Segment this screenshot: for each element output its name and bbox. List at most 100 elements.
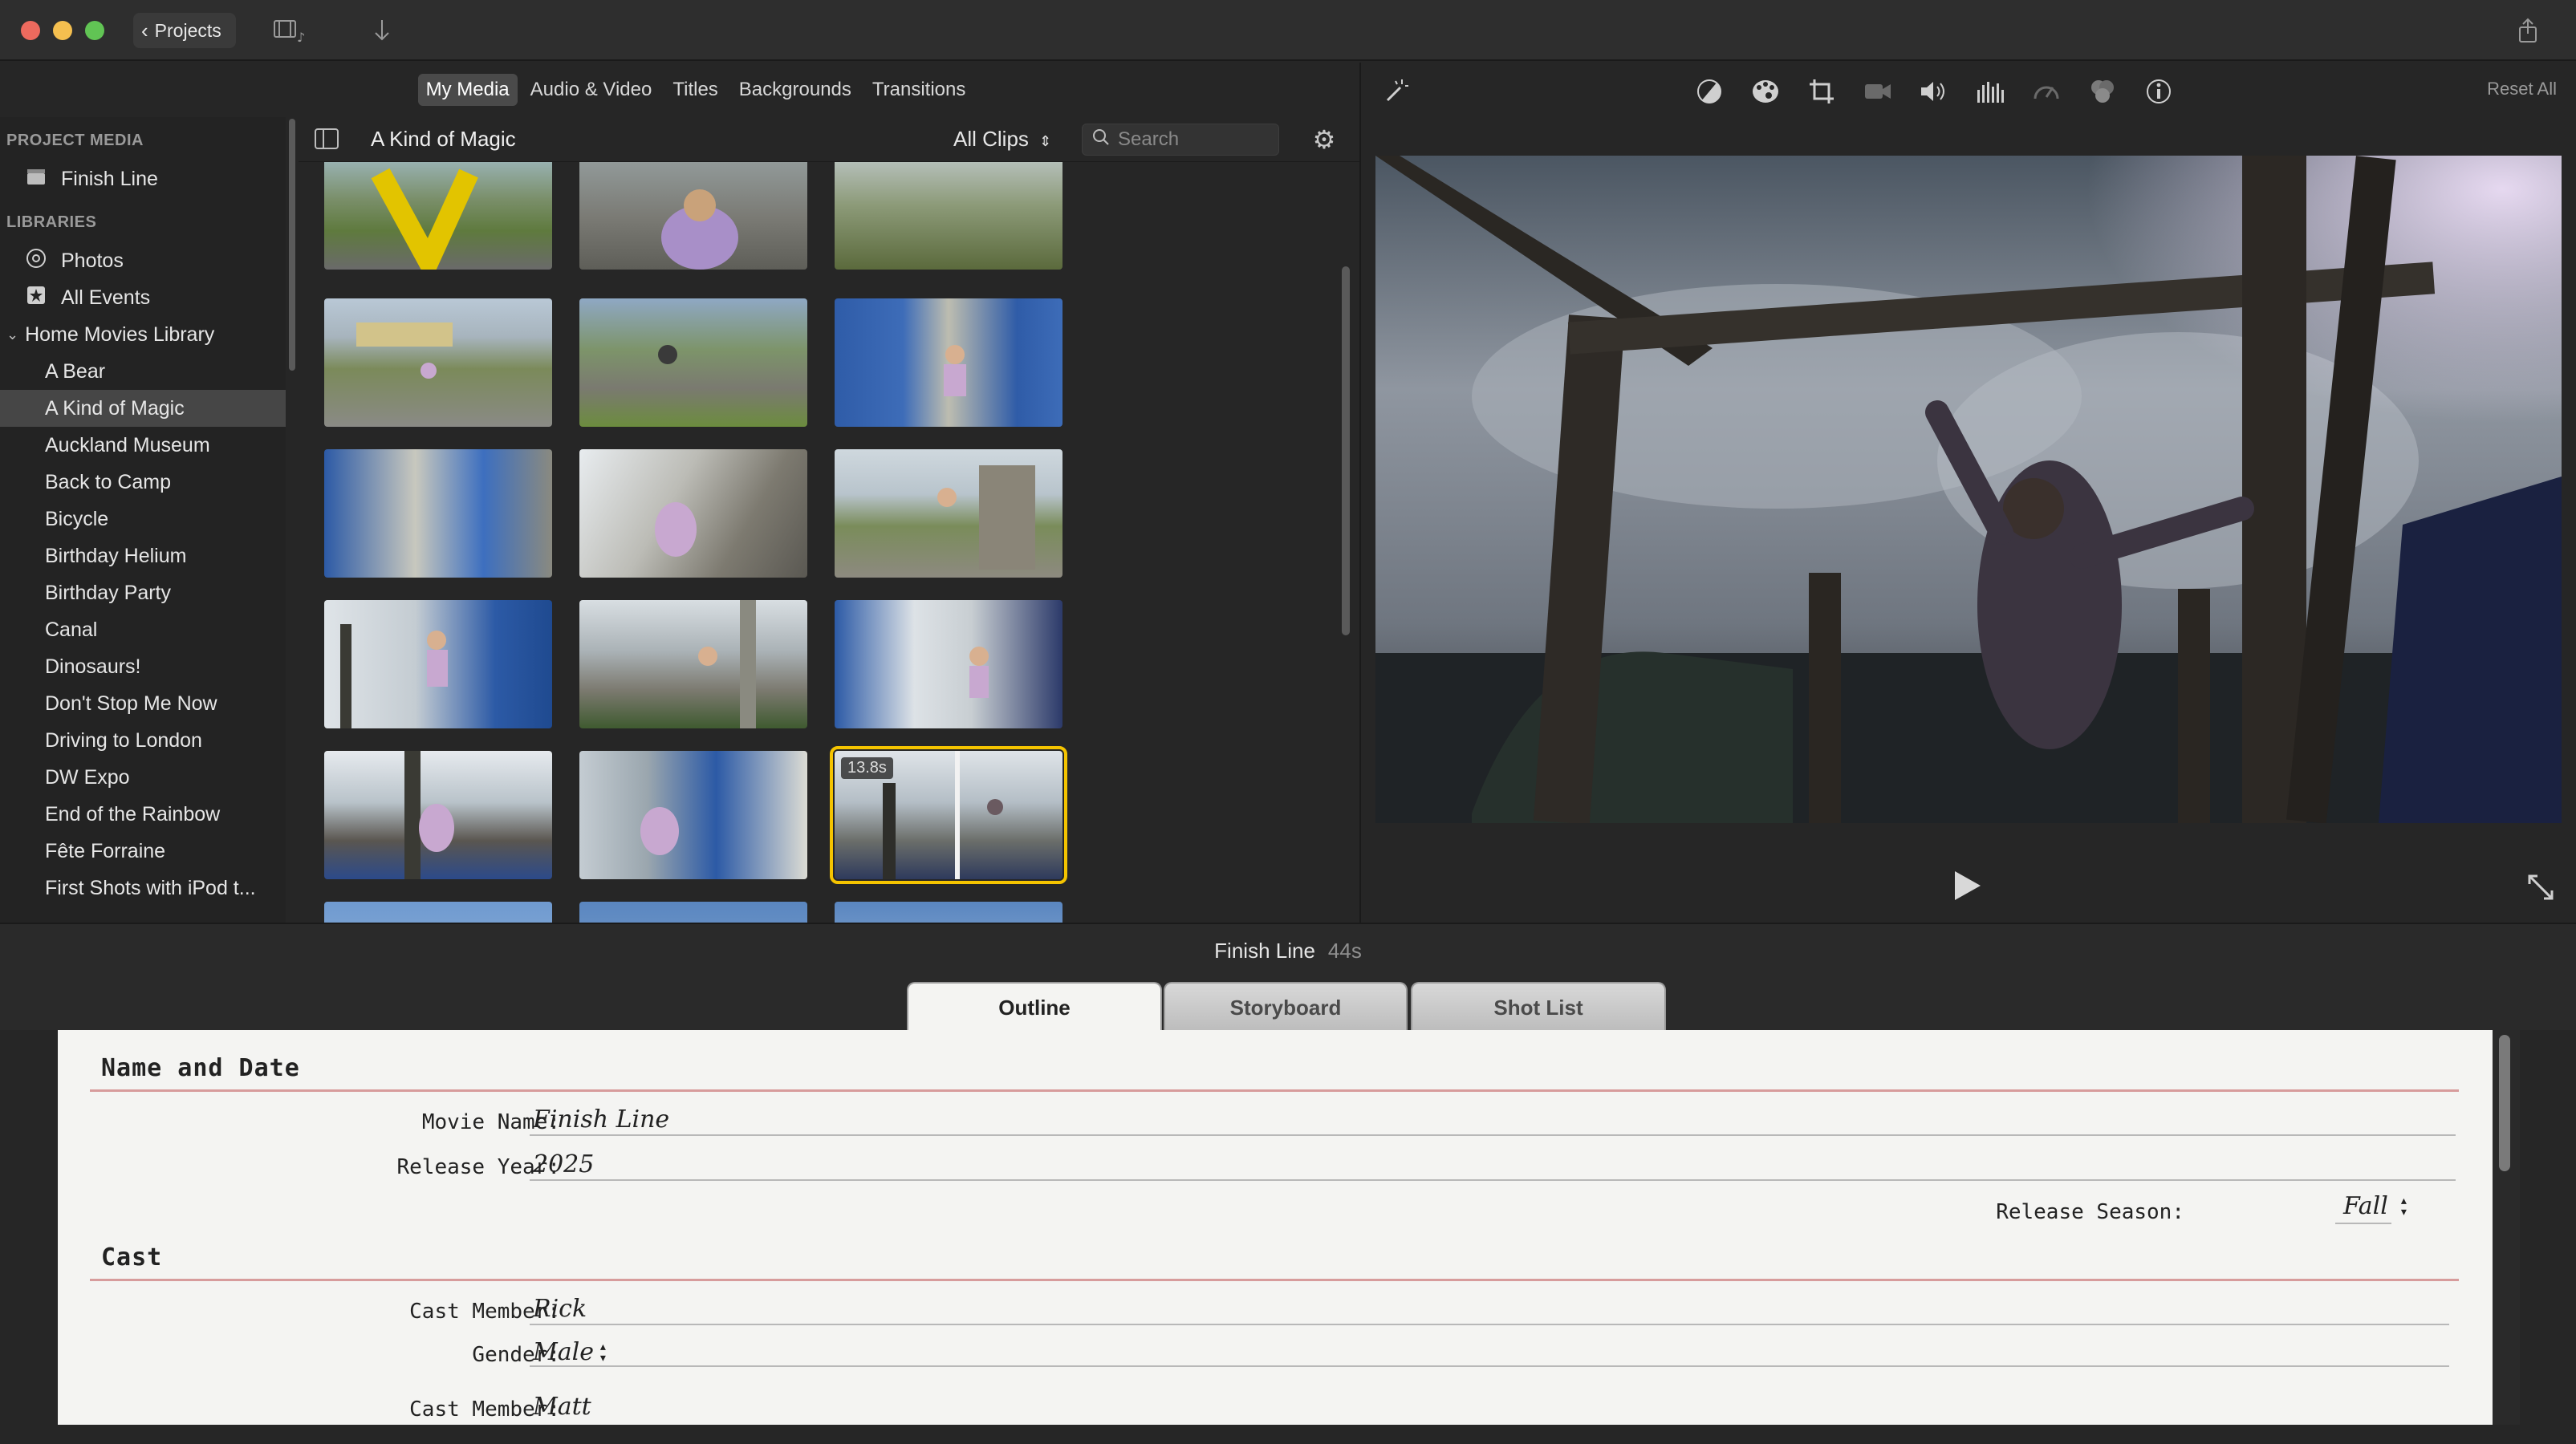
project-media-heading: PROJECT MEDIA <box>6 131 144 149</box>
projects-back-button[interactable]: ‹ Projects <box>133 13 236 48</box>
browser-scrollbar[interactable] <box>1332 162 1359 923</box>
gender-field[interactable]: Male <box>533 1338 594 1366</box>
sidebar-item-event[interactable]: Fête Forraine <box>0 833 286 870</box>
noise-reduction-equalizer-icon[interactable] <box>1974 75 2006 107</box>
release-season-label: Release Season: <box>1996 1200 2184 1224</box>
clip-thumbnail[interactable] <box>579 600 807 728</box>
clip-thumbnail[interactable] <box>324 298 552 427</box>
sidebar-item-event[interactable]: First Shots with iPod t... <box>0 870 286 907</box>
sidebar-item-event[interactable]: Canal <box>0 611 286 648</box>
minimize-window-button[interactable] <box>53 21 72 40</box>
clip-thumbnail[interactable] <box>835 162 1062 270</box>
sidebar-toggle-icon[interactable] <box>315 128 339 149</box>
tab-titles[interactable]: Titles <box>664 74 725 106</box>
clip-thumbnail[interactable] <box>579 751 807 879</box>
sidebar-item-project[interactable]: Finish Line <box>0 160 286 197</box>
sidebar-item-event[interactable]: A Bear <box>0 353 286 390</box>
search-field[interactable]: Search <box>1082 124 1279 156</box>
sidebar-item-event[interactable]: Birthday Helium <box>0 537 286 574</box>
sidebar-item-event[interactable]: Driving to London <box>0 722 286 759</box>
sidebar-item-event[interactable]: Don't Stop Me Now <box>0 685 286 722</box>
clip-thumbnail[interactable] <box>579 298 807 427</box>
volume-icon[interactable] <box>1918 75 1950 107</box>
fullscreen-expand-icon[interactable] <box>2525 871 2557 903</box>
cast-member-field[interactable]: Matt <box>533 1393 591 1421</box>
gender-stepper-icon[interactable]: ▴ ▾ <box>599 1340 607 1365</box>
cast-member-field[interactable]: Rick <box>533 1295 587 1323</box>
tab-shot-list[interactable]: Shot List <box>1411 982 1666 1032</box>
import-arrow-icon[interactable] <box>364 16 400 45</box>
photos-icon <box>26 248 47 274</box>
clip-thumbnail[interactable] <box>835 449 1062 578</box>
clip-thumbnail[interactable] <box>579 902 807 923</box>
project-name: Finish Line <box>1214 938 1315 963</box>
pane-divider[interactable] <box>1359 63 1361 923</box>
crop-icon[interactable] <box>1806 75 1838 107</box>
speed-gauge-icon[interactable] <box>2030 75 2062 107</box>
sidebar-item-event[interactable]: Dinosaurs! <box>0 648 286 685</box>
release-year-field[interactable]: 2025 <box>533 1150 594 1178</box>
scrollbar-thumb[interactable] <box>289 119 295 371</box>
clip-thumbnail[interactable] <box>579 162 807 270</box>
season-stepper-icon[interactable]: ▴ ▾ <box>2399 1194 2408 1219</box>
updown-chevron-icon: ⇕ <box>1039 133 1052 149</box>
clip-thumbnail[interactable] <box>324 162 552 270</box>
sidebar-item-event-selected[interactable]: A Kind of Magic <box>0 390 286 427</box>
sidebar-item-event[interactable]: End of the Rainbow <box>0 796 286 833</box>
clip-thumbnail[interactable] <box>324 751 552 879</box>
release-year-label: Release Year: <box>396 1155 561 1179</box>
outline-scrollbar[interactable] <box>2493 1030 2520 1425</box>
clip-thumbnail[interactable] <box>324 600 552 728</box>
clip-thumbnail[interactable] <box>835 600 1062 728</box>
movie-name-label: Movie Name: <box>421 1110 560 1134</box>
clip-thumbnail[interactable] <box>579 449 807 578</box>
sidebar-scrollbar[interactable] <box>286 117 299 923</box>
clip-filter-select[interactable]: All Clips ⇕ <box>953 127 1051 152</box>
gear-icon[interactable]: ⚙ <box>1310 125 1339 154</box>
libraries-heading: LIBRARIES <box>6 213 97 231</box>
clip-thumbnail[interactable] <box>324 449 552 578</box>
sidebar-item-all-events[interactable]: All Events <box>0 279 286 316</box>
sidebar-item-photos[interactable]: Photos <box>0 242 286 279</box>
info-icon[interactable] <box>2143 75 2175 107</box>
sidebar-item-event[interactable]: DW Expo <box>0 759 286 796</box>
tab-audio-video[interactable]: Audio & Video <box>522 74 660 106</box>
chevron-left-icon: ‹ <box>141 18 148 43</box>
release-season-field[interactable]: Fall <box>2343 1192 2388 1220</box>
media-browser-toggle-icon[interactable]: ♪ <box>273 16 308 45</box>
play-button[interactable] <box>1948 868 1984 903</box>
color-balance-icon[interactable] <box>1693 75 1725 107</box>
share-icon[interactable] <box>2510 16 2546 45</box>
clip-filter-value: All Clips <box>953 127 1029 151</box>
tab-backgrounds[interactable]: Backgrounds <box>731 74 859 106</box>
sidebar-item-label: Home Movies Library <box>25 322 215 346</box>
scrollbar-thumb[interactable] <box>2499 1035 2510 1171</box>
clip-filter-circles-icon[interactable] <box>2086 75 2119 107</box>
stabilization-camera-icon[interactable] <box>1862 75 1894 107</box>
tab-storyboard[interactable]: Storyboard <box>1164 982 1408 1032</box>
close-window-button[interactable] <box>21 21 40 40</box>
reset-all-button[interactable]: Reset All <box>2487 79 2557 99</box>
clip-thumbnail[interactable] <box>835 298 1062 427</box>
video-viewer[interactable] <box>1375 156 2562 823</box>
zoom-window-button[interactable] <box>85 21 104 40</box>
color-correction-palette-icon[interactable] <box>1749 75 1782 107</box>
clip-thumbnail[interactable] <box>835 902 1062 923</box>
sidebar-item-event[interactable]: Birthday Party <box>0 574 286 611</box>
tab-transitions[interactable]: Transitions <box>864 74 973 106</box>
sidebar-item-event[interactable]: Bicycle <box>0 501 286 537</box>
sidebar-item-event[interactable]: Auckland Museum <box>0 427 286 464</box>
sidebar-item-event[interactable]: Back to Camp <box>0 464 286 501</box>
scrollbar-thumb[interactable] <box>1342 266 1350 635</box>
gender-label: Gender: <box>472 1343 560 1367</box>
magic-wand-icon[interactable] <box>1380 75 1412 107</box>
trailer-tabs: Outline Storyboard Shot List <box>0 977 2576 1032</box>
movie-name-field[interactable]: Finish Line <box>533 1105 669 1134</box>
tab-my-media[interactable]: My Media <box>417 74 518 106</box>
clip-thumbnail-selected[interactable]: 13.8s <box>830 746 1067 884</box>
tab-outline[interactable]: Outline <box>907 982 1162 1032</box>
clip-thumbnail[interactable] <box>324 902 552 923</box>
clip-duration-badge: 13.8s <box>841 757 893 779</box>
sidebar-item-library[interactable]: ⌄ Home Movies Library <box>0 316 286 353</box>
field-underline <box>530 1324 2449 1325</box>
